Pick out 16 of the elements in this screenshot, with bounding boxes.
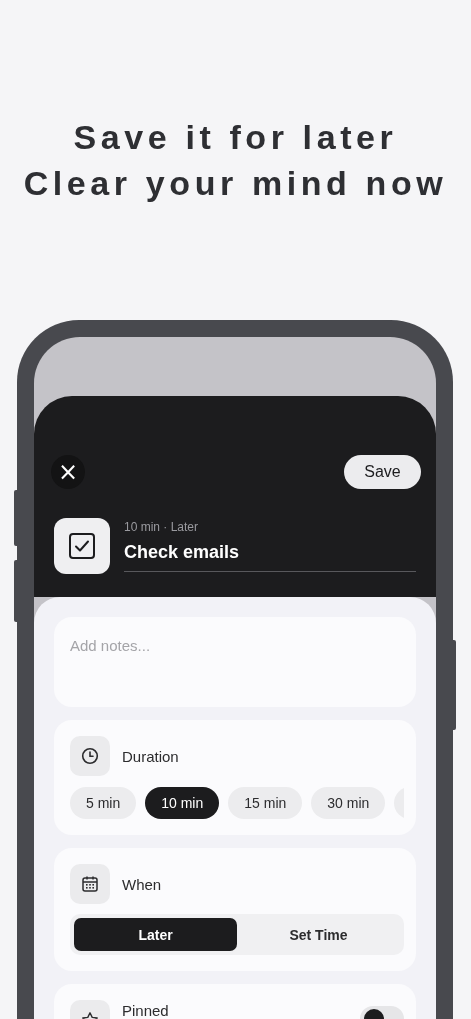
duration-chip[interactable]: 10 min	[145, 787, 220, 819]
close-button[interactable]: ×	[51, 455, 85, 489]
duration-chip[interactable]: 5 min	[70, 787, 137, 819]
task-meta: 10 min · Later	[124, 520, 200, 534]
duration-chip[interactable]: 15 min	[228, 787, 303, 819]
duration-label: Duration	[122, 747, 180, 765]
pinned-label: Pinned	[122, 1002, 170, 1019]
headline: Save it for later	[73, 117, 398, 158]
duration-chip[interactable]: 30 min	[311, 787, 386, 819]
when-option[interactable]: Set Time	[237, 918, 400, 951]
notes-field[interactable]: Add notes...	[54, 617, 416, 707]
when-label: When	[122, 875, 163, 893]
task-title-field[interactable]: Check emails	[124, 542, 416, 572]
save-button[interactable]: Save	[344, 455, 421, 489]
headline: Clear your mind now	[23, 163, 448, 204]
when-option[interactable]: Later	[74, 918, 237, 951]
